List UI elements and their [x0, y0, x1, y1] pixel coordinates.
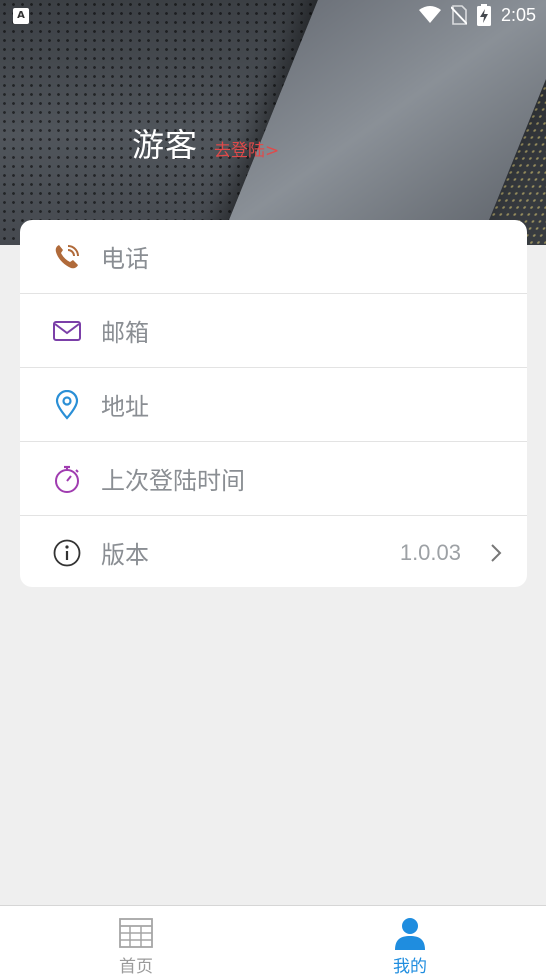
mail-icon — [53, 320, 81, 341]
menu-item-label: 电话 — [101, 245, 149, 273]
tab-home[interactable]: 首页 — [36, 906, 236, 979]
wifi-icon — [418, 6, 441, 23]
menu-item-label: 版本 — [101, 541, 149, 569]
grid-table-icon — [119, 918, 153, 948]
no-sim-icon — [450, 5, 467, 25]
status-bar: A 2:05 — [0, 0, 546, 30]
menu-item-version[interactable]: 版本 1.0.03 — [20, 516, 527, 587]
chevron-right-icon — [491, 543, 502, 562]
menu-item-phone[interactable]: 电话 — [20, 220, 527, 294]
location-pin-icon — [55, 389, 79, 420]
bottom-tab-bar: 首页 我的 — [0, 905, 546, 979]
profile-info: 游客 去登陆> — [132, 120, 279, 166]
tab-label: 我的 — [393, 957, 427, 977]
menu-item-address[interactable]: 地址 — [20, 368, 527, 442]
login-link[interactable]: 去登陆> — [214, 136, 279, 161]
username: 游客 — [132, 126, 199, 164]
notification-a-icon: A — [13, 8, 29, 24]
phone-icon — [55, 244, 79, 268]
menu-item-label: 上次登陆时间 — [101, 467, 245, 495]
version-value: 1.0.03 — [399, 539, 461, 565]
menu-item-last-login[interactable]: 上次登陆时间 — [20, 442, 527, 516]
status-time: 2:05 — [500, 4, 536, 25]
person-icon — [395, 918, 425, 950]
tab-mine[interactable]: 我的 — [310, 906, 510, 979]
info-icon — [53, 539, 81, 566]
menu-item-label: 地址 — [101, 393, 149, 421]
menu-item-label: 邮箱 — [101, 319, 149, 347]
info-menu-card: 电话 邮箱 地址 上次登陆时间 版本 1.0.03 — [20, 220, 527, 587]
tab-label: 首页 — [119, 957, 153, 977]
stopwatch-icon — [55, 465, 79, 493]
menu-item-email[interactable]: 邮箱 — [20, 294, 527, 368]
battery-charging-icon — [476, 4, 491, 26]
